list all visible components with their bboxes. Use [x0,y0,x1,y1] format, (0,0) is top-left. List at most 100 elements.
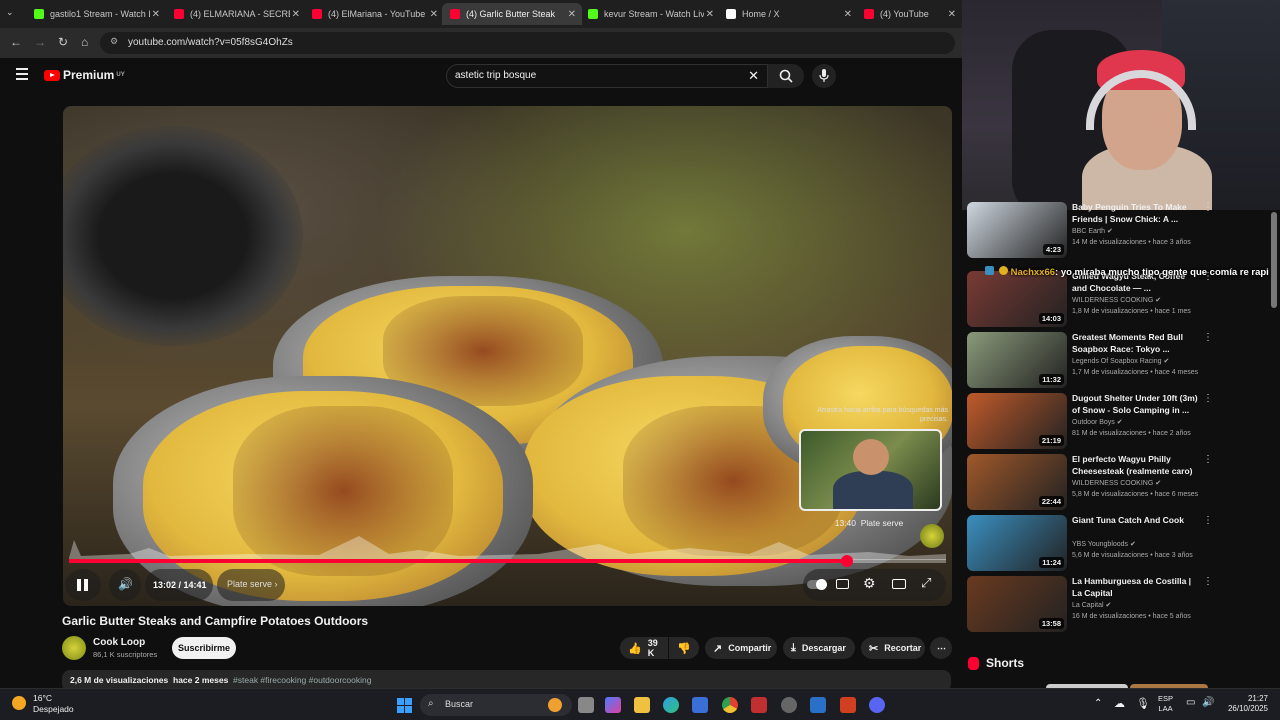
app-icon[interactable] [751,697,767,713]
tab-close-icon[interactable]: ✕ [292,9,300,20]
recommendation-title[interactable]: El perfecto Wagyu Philly Cheesesteak (re… [1072,454,1202,477]
forward-icon[interactable]: → [34,35,46,49]
browser-tab[interactable]: (4) YouTube ✕ [856,3,962,25]
search-button[interactable] [768,64,804,88]
recommendation-item[interactable]: 4:23 Baby Penguin Tries To Make Friends |… [967,202,1267,258]
more-vertical-icon[interactable]: ⋮ [1203,454,1213,465]
clip-button[interactable]: ✂ Recortar [861,637,925,659]
subtitles-icon[interactable] [836,579,849,589]
home-icon[interactable]: ⌂ [81,35,88,49]
recommendation-title[interactable]: Giant Tuna Catch And Cook [1072,515,1202,527]
settings-gear-icon[interactable]: ⚙ [863,575,876,592]
channel-name[interactable]: Cook Loop [93,637,145,648]
recommendation-title[interactable]: La Hamburguesa de Costilla | La Capital [1072,576,1202,599]
share-button[interactable]: ↗ Compartir [705,637,777,659]
browser-tab[interactable]: gastilo1 Stream - Watch L ✕ [26,3,166,25]
weather-widget[interactable]: 16°C Despejado [33,693,74,715]
store-icon[interactable] [692,697,708,713]
browser-tab[interactable]: (4) ELMARIANA - SECRET ✕ [166,3,306,25]
tab-close-icon[interactable]: ✕ [152,9,160,20]
recommendation-item[interactable]: 11:32 Greatest Moments Red Bull Soapbox R… [967,332,1267,388]
tab-close-icon[interactable]: ✕ [948,9,956,20]
tab-close-icon[interactable]: ✕ [706,9,714,20]
more-actions-button[interactable]: ⋯ [930,637,952,659]
share-label: Compartir [728,643,772,653]
recommendation-item[interactable]: 22:44 El perfecto Wagyu Philly Cheesestea… [967,454,1267,510]
more-vertical-icon[interactable]: ⋮ [1203,202,1213,213]
clear-search-icon[interactable]: ✕ [748,68,759,84]
scrollbar[interactable] [1271,212,1277,308]
recommendation-item[interactable]: 14:03 Grilled Wagyu Steak, Coffee and Cho… [967,271,1267,327]
recommendation-views: 16 M de visualizaciones • hace 5 años [1072,613,1191,620]
recommendation-title[interactable]: Dugout Shelter Under 10ft (3m) of Snow -… [1072,393,1202,416]
recommendation-item[interactable]: 21:19 Dugout Shelter Under 10ft (3m) of S… [967,393,1267,449]
download-button[interactable]: ⤓ Descargar [783,637,855,659]
browser-tab[interactable]: (4) ElMariana - YouTube ✕ [304,3,444,25]
edge-icon[interactable] [663,697,679,713]
recommendation-thumbnail[interactable]: 11:32 [967,332,1067,388]
play-pause-button[interactable] [65,569,101,601]
dislike-button[interactable]: 👎 [669,637,699,659]
task-view-icon[interactable] [578,697,594,713]
browser-tab[interactable]: (4) Garlic Butter Steak ✕ [442,3,582,25]
site-info-icon[interactable]: ⚙ [110,36,118,47]
youtube-header: Premium UY astetic trip bosque ✕ [0,58,962,98]
chrome-icon[interactable] [722,697,738,713]
language-indicator[interactable]: ESP LAA [1158,694,1173,714]
progress-bar[interactable] [69,555,946,567]
recommendation-title[interactable]: Greatest Moments Red Bull Soapbox Race: … [1072,332,1202,355]
outlook-icon[interactable] [810,697,826,713]
search-input[interactable]: astetic trip bosque ✕ [446,64,768,88]
fullscreen-icon[interactable]: ⤢ [921,575,931,591]
recommendation-item[interactable]: 11:24 Giant Tuna Catch And Cook YBS Youngb… [967,515,1267,571]
tab-close-icon[interactable]: ✕ [568,9,576,20]
verified-icon: ✔ [1163,358,1170,365]
recommendation-thumbnail[interactable]: 22:44 [967,454,1067,510]
address-input[interactable]: ⚙ youtube.com/watch?v=05f8sG4OhZs [100,32,955,54]
voice-search-button[interactable] [812,64,836,88]
channel-avatar[interactable] [62,636,86,660]
desc-tags[interactable]: #steak #firecooking #outdoorcooking [233,675,371,685]
menu-icon[interactable] [16,68,28,80]
subscribe-button[interactable]: Suscribirme [172,637,236,659]
more-vertical-icon[interactable]: ⋮ [1203,576,1213,587]
browser-tab[interactable]: Home / X ✕ [718,3,858,25]
tab-close-icon[interactable]: ✕ [430,9,438,20]
recommendation-thumbnail[interactable]: 21:19 [967,393,1067,449]
tab-list-chevron-icon[interactable]: ⌄ [6,7,14,18]
volume-button[interactable]: 🔊 [109,569,141,601]
recommendation-thumbnail[interactable]: 4:23 [967,202,1067,258]
back-icon[interactable]: ← [10,35,22,49]
taskbar-search[interactable]: ⌕ Buscar [420,694,572,716]
recommendation-item[interactable]: 13:58 La Hamburguesa de Costilla | La Cap… [967,576,1267,632]
theater-mode-icon[interactable] [892,579,906,589]
onedrive-icon[interactable]: ☁ [1114,697,1125,710]
chapter-label[interactable]: Plate serve › [227,579,278,589]
browser-tab[interactable]: kevur Stream - Watch Live ✕ [580,3,720,25]
tab-close-icon[interactable]: ✕ [844,9,852,20]
more-vertical-icon[interactable]: ⋮ [1203,393,1213,404]
recommendation-thumbnail[interactable]: 11:24 [967,515,1067,571]
file-explorer-icon[interactable] [634,697,650,713]
volume-tray-icon[interactable]: 🔊 [1202,697,1214,708]
app-icon[interactable] [781,697,797,713]
like-button[interactable]: 👍 39 K [620,637,668,659]
windows-start-icon[interactable] [397,698,412,713]
autoplay-toggle[interactable] [807,579,827,590]
recommendation-thumbnail[interactable]: 14:03 [967,271,1067,327]
discord-icon[interactable] [869,697,885,713]
reload-icon[interactable]: ↻ [58,35,68,49]
copilot-icon[interactable] [605,697,621,713]
address-bar-row: ← → ↻ ⌂ ⚙ youtube.com/watch?v=05f8sG4OhZ… [0,28,962,58]
more-vertical-icon[interactable]: ⋮ [1203,332,1213,343]
system-clock[interactable]: 21:27 26/10/2025 [1224,694,1268,714]
network-icon[interactable]: ▭ [1186,697,1195,708]
mic-tray-icon[interactable]: 🎙 [1136,697,1150,710]
pip-thumbnail-preview[interactable] [799,429,942,511]
app-icon[interactable] [840,697,856,713]
recommendation-title[interactable]: Baby Penguin Tries To Make Friends | Sno… [1072,202,1202,225]
more-vertical-icon[interactable]: ⋮ [1203,515,1213,526]
tray-expand-icon[interactable]: ⌃ [1094,698,1102,709]
recommendation-thumbnail[interactable]: 13:58 [967,576,1067,632]
youtube-premium-logo[interactable]: Premium UY [44,68,125,82]
